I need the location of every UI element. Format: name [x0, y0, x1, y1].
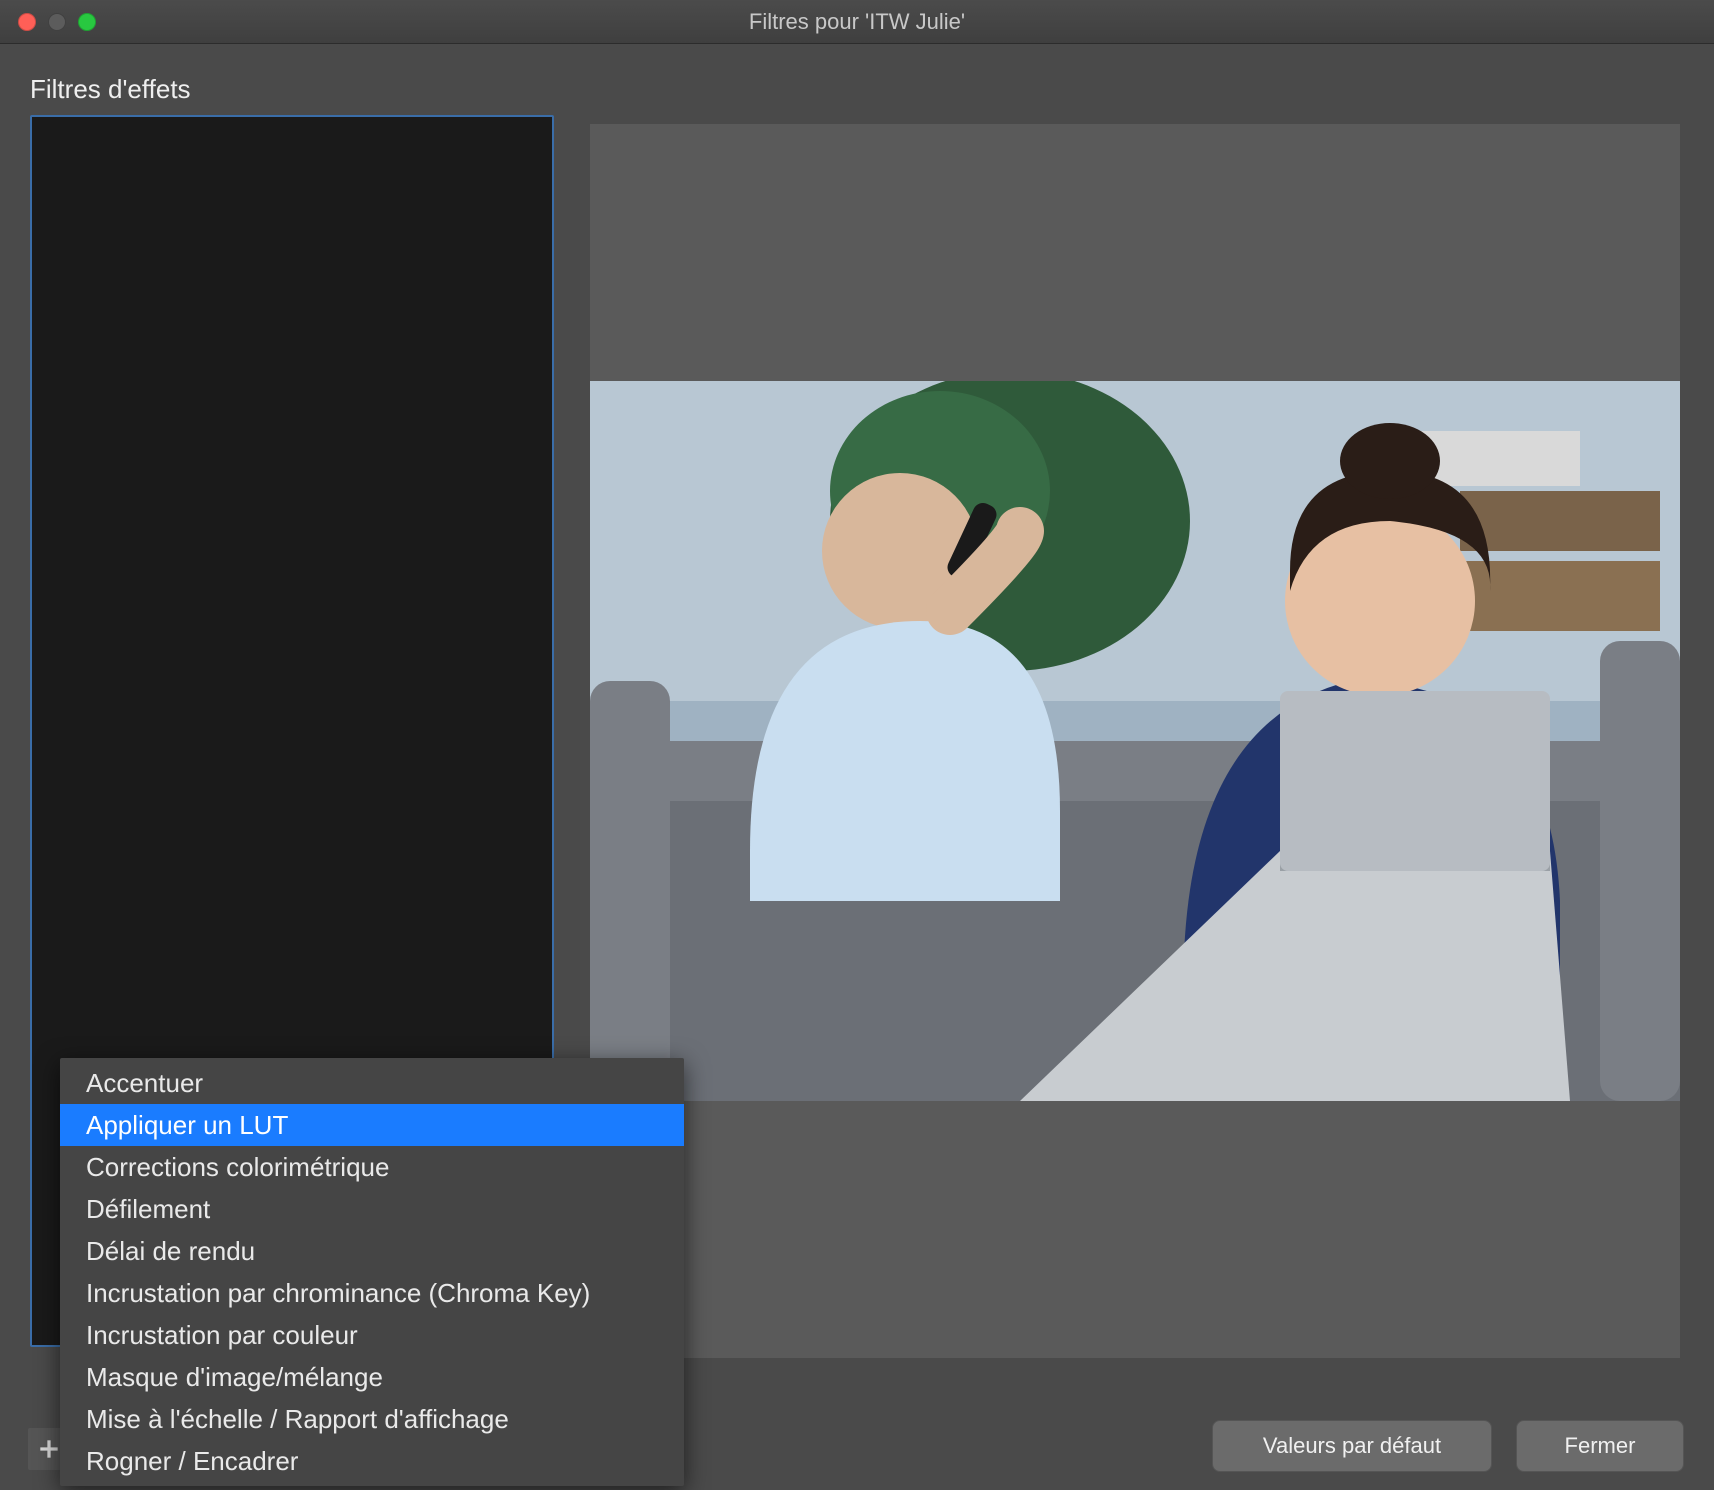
menu-item[interactable]: Incrustation par chrominance (Chroma Key…: [60, 1272, 684, 1314]
preview-panel: [590, 124, 1680, 1358]
window-body: Filtres d'effets: [0, 44, 1714, 1490]
preview-image: [590, 381, 1680, 1101]
menu-item[interactable]: Accentuer: [60, 1062, 684, 1104]
sidebar-title: Filtres d'effets: [30, 74, 554, 105]
menu-item[interactable]: Incrustation par couleur: [60, 1314, 684, 1356]
menu-item[interactable]: Défilement: [60, 1188, 684, 1230]
window-title: Filtres pour 'ITW Julie': [0, 9, 1714, 35]
menu-item[interactable]: Délai de rendu: [60, 1230, 684, 1272]
close-button[interactable]: Fermer: [1516, 1420, 1684, 1472]
menu-item[interactable]: Mise à l'échelle / Rapport d'affichage: [60, 1398, 684, 1440]
footer-buttons: Valeurs par défaut Fermer: [1212, 1420, 1684, 1472]
menu-item[interactable]: Masque d'image/mélange: [60, 1356, 684, 1398]
plus-icon: [36, 1436, 62, 1462]
menu-item[interactable]: Corrections colorimétrique: [60, 1146, 684, 1188]
defaults-button[interactable]: Valeurs par défaut: [1212, 1420, 1492, 1472]
titlebar: Filtres pour 'ITW Julie': [0, 0, 1714, 44]
menu-item[interactable]: Rogner / Encadrer: [60, 1440, 684, 1482]
menu-item[interactable]: Appliquer un LUT: [60, 1104, 684, 1146]
add-filter-menu[interactable]: AccentuerAppliquer un LUTCorrections col…: [60, 1058, 684, 1486]
